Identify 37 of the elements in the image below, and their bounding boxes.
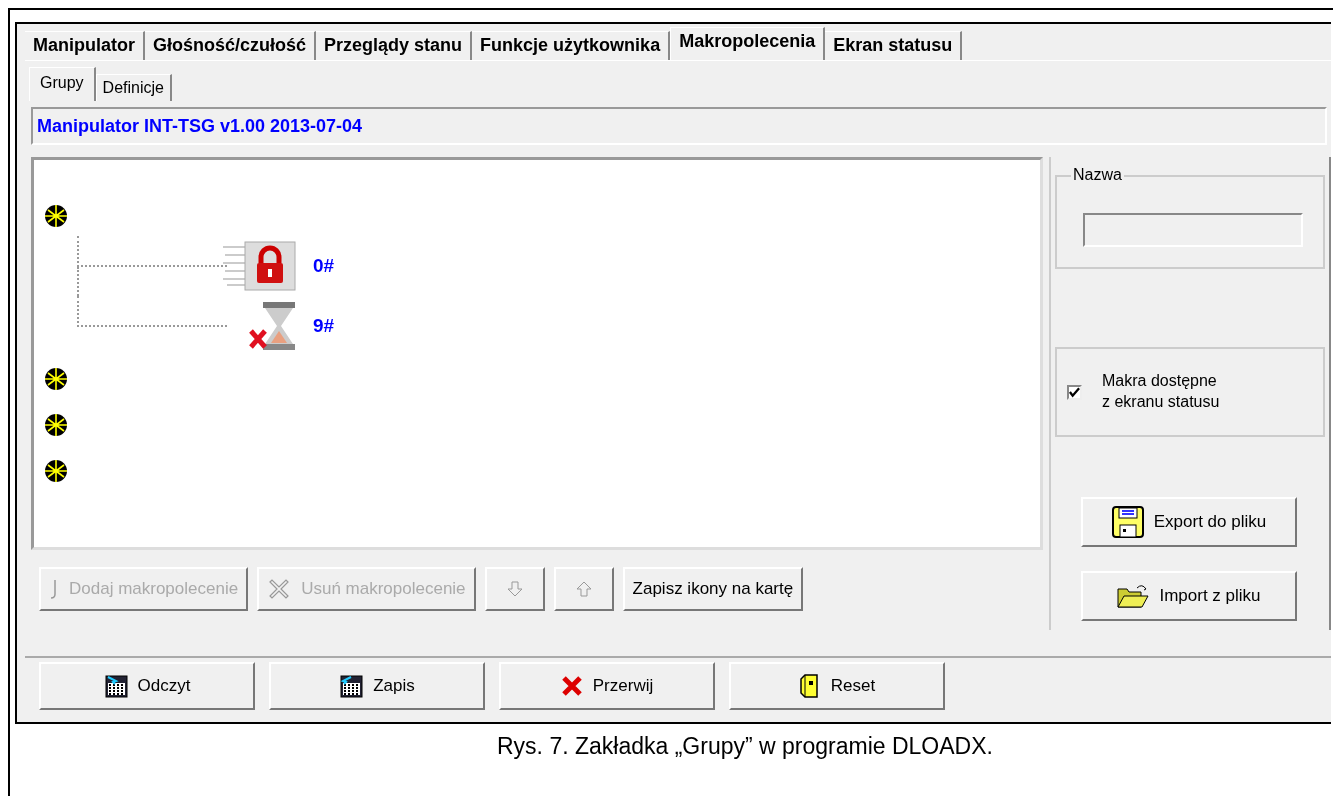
floppy-icon [1111, 506, 1144, 538]
arrow-up-icon [575, 581, 592, 597]
node-icon [44, 204, 68, 228]
name-field[interactable] [1083, 213, 1303, 247]
arrow-down-icon [506, 581, 523, 597]
read-button[interactable]: Odczyt [39, 662, 255, 710]
export-button[interactable]: Export do pliku [1081, 497, 1297, 547]
node-icon [44, 413, 68, 437]
node-icon [44, 367, 68, 391]
tab[interactable]: Definicje [95, 74, 172, 101]
device-header: Manipulator INT-TSG v1.00 2013-07-04 [31, 107, 1327, 145]
checkbox-label: Makra dostępne z ekranu statusu [1102, 371, 1220, 412]
abort-button[interactable]: Przerwij [499, 662, 715, 710]
tab[interactable]: Manipulator [25, 31, 145, 60]
folder-icon [1117, 583, 1150, 609]
hourglass-icon [249, 301, 297, 351]
keypad-icon [339, 674, 364, 698]
hook-icon [49, 578, 59, 600]
figure-caption: Rys. 7. Zakładka „Grupy” w programie DLOADX. [497, 733, 994, 760]
macro-label[interactable]: 0# [313, 255, 335, 277]
tab[interactable]: Głośność/czułość [145, 31, 317, 60]
checkbox[interactable] [1067, 384, 1082, 400]
tab[interactable]: Przeglądy stanu [316, 31, 473, 60]
tab[interactable]: Grupy [29, 67, 96, 101]
door-icon [798, 673, 821, 699]
node-icon [44, 459, 68, 483]
write-button[interactable]: Zapis [269, 662, 485, 710]
macro-label[interactable]: 9# [313, 315, 335, 337]
close-icon [560, 675, 583, 697]
tab[interactable]: Funkcje użytkownika [472, 31, 671, 60]
save-button[interactable]: Zapisz ikony na kartę [622, 567, 804, 611]
keypad-icon [103, 674, 128, 698]
tab[interactable]: Makropolecenia [670, 27, 826, 60]
import-button[interactable]: Import z pliku [1081, 571, 1297, 621]
reset-button[interactable]: Reset [729, 662, 945, 710]
padlock-icon [223, 241, 297, 291]
tab[interactable]: Ekran statusu [825, 31, 963, 60]
